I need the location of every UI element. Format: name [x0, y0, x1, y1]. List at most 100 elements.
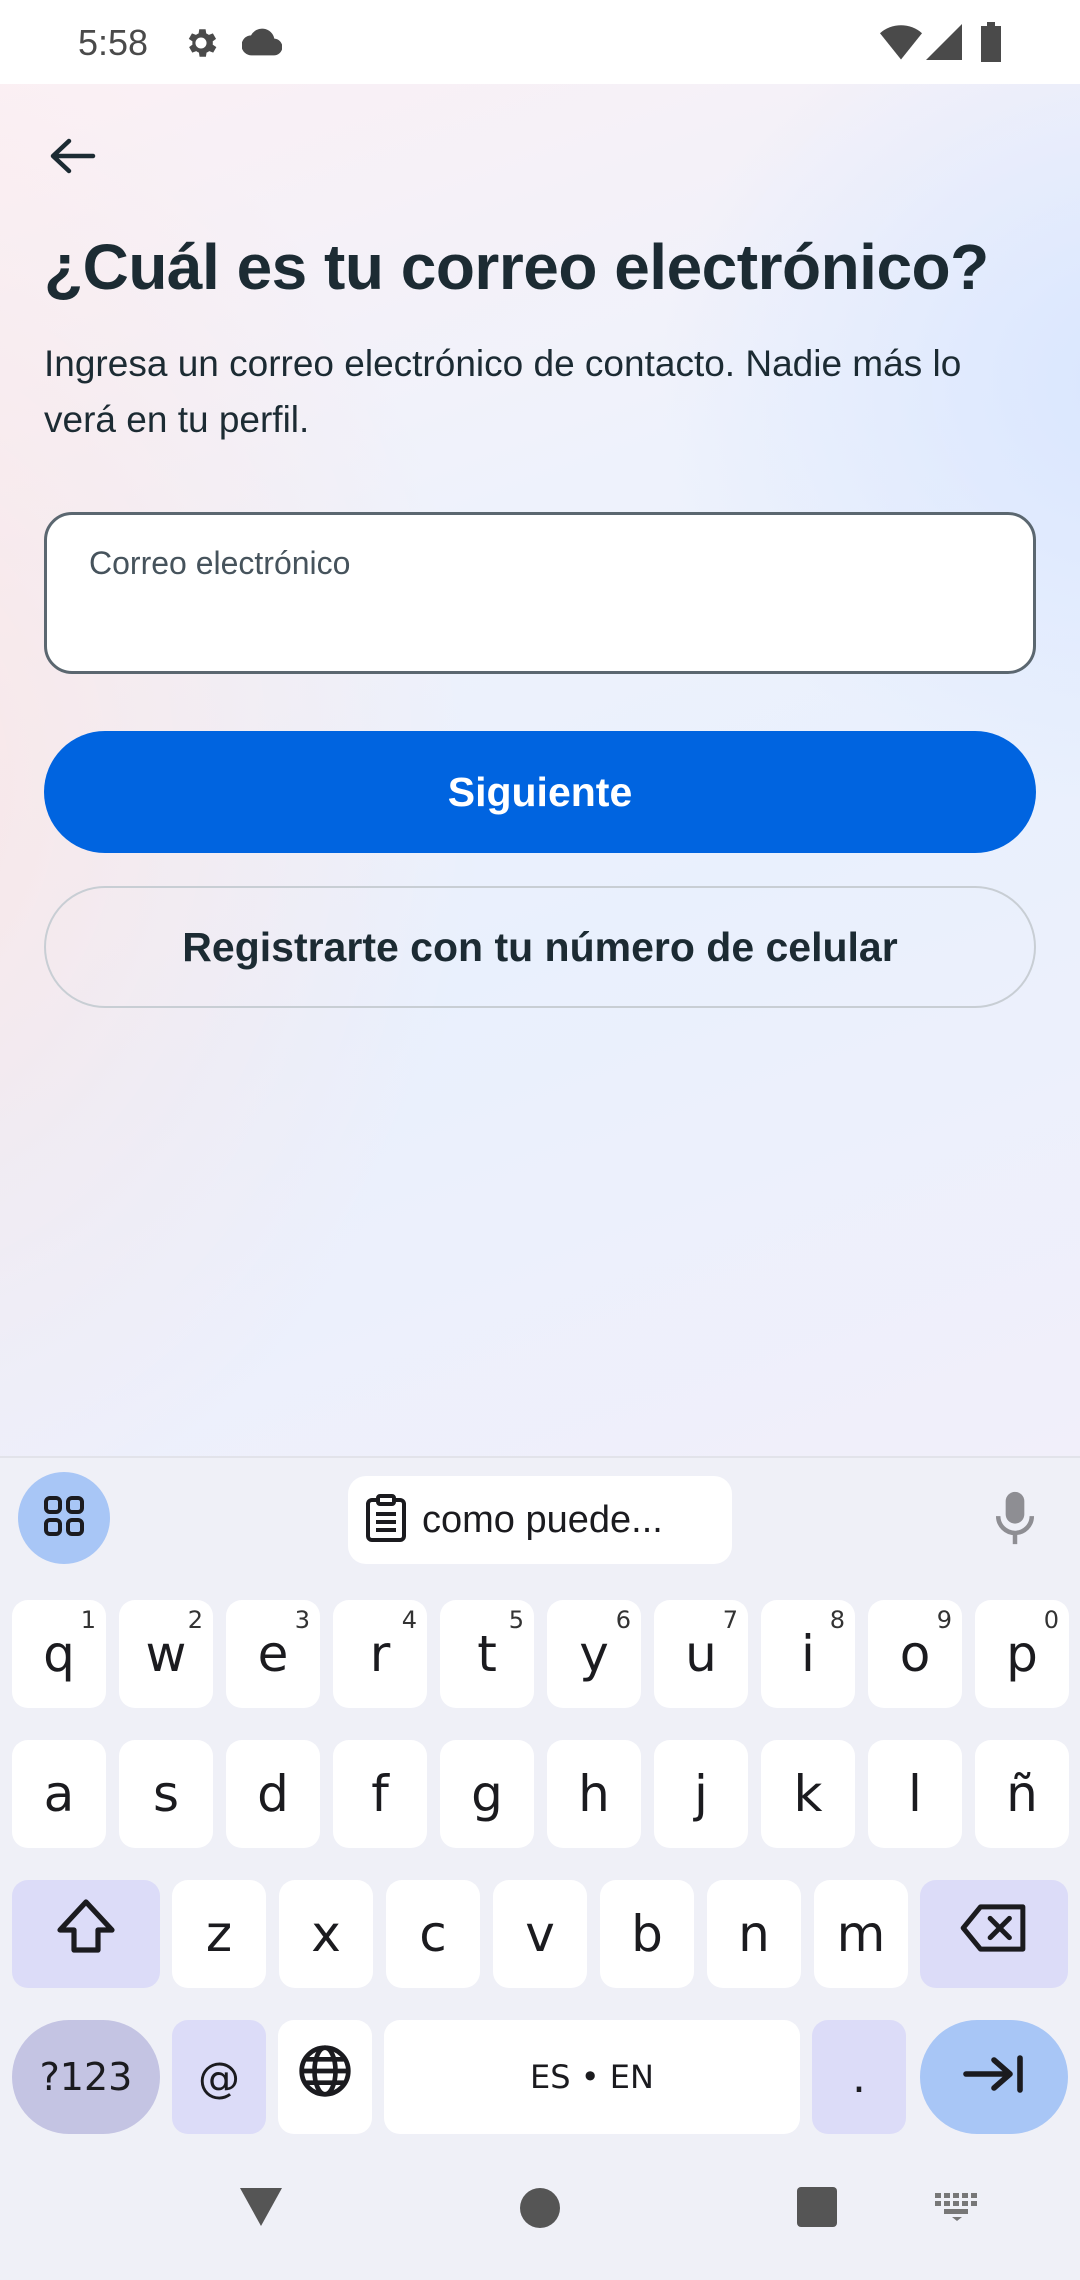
key-label: e [257, 1625, 289, 1683]
key-label: r [369, 1625, 391, 1683]
key-label: g [471, 1765, 503, 1823]
key-number-hint: 5 [508, 1606, 524, 1634]
clipboard-text: como puede... [422, 1498, 663, 1541]
key-label: y [579, 1625, 609, 1683]
key-b[interactable]: b [600, 1880, 694, 1988]
back-triangle-icon[interactable] [238, 2186, 284, 2233]
key-label: b [631, 1905, 663, 1963]
key-d[interactable]: d [226, 1740, 320, 1848]
keyboard-menu-button[interactable] [18, 1472, 110, 1564]
recents-square-icon[interactable] [796, 2186, 838, 2233]
key-label: z [205, 1905, 233, 1963]
home-circle-icon[interactable] [518, 2186, 562, 2235]
symbols-key[interactable]: ?123 [12, 2020, 160, 2134]
key-i[interactable]: i8 [761, 1600, 855, 1708]
battery-icon [978, 22, 1004, 67]
key-label: t [477, 1625, 497, 1683]
key-n[interactable]: n [707, 1880, 801, 1988]
backspace-key[interactable] [920, 1880, 1068, 1988]
key-r[interactable]: r4 [333, 1600, 427, 1708]
email-field-label: Correo electrónico [89, 545, 351, 581]
key-label: q [43, 1625, 75, 1683]
key-label: x [311, 1905, 341, 1963]
microphone-icon[interactable] [992, 1490, 1038, 1551]
email-input[interactable] [87, 595, 987, 651]
key-e[interactable]: e3 [226, 1600, 320, 1708]
arrow-left-icon [47, 136, 97, 181]
key-label: f [371, 1765, 389, 1823]
back-button[interactable] [38, 124, 106, 192]
key-o[interactable]: o9 [868, 1600, 962, 1708]
key-number-hint: 4 [401, 1606, 417, 1634]
key-label: m [836, 1905, 886, 1963]
language-key[interactable] [278, 2020, 372, 2134]
page-title: ¿Cuál es tu correo electrónico? [44, 231, 989, 303]
key-label: c [419, 1905, 447, 1963]
key-x[interactable]: x [279, 1880, 373, 1988]
clipboard-suggestion[interactable]: como puede... [348, 1476, 732, 1564]
space-key[interactable]: ES • EN [384, 2020, 800, 2134]
email-field[interactable]: Correo electrónico [44, 512, 1036, 674]
key-label: s [152, 1765, 180, 1823]
key-t[interactable]: t5 [440, 1600, 534, 1708]
status-bar: 5:58 [0, 0, 1080, 84]
tab-arrow-icon [962, 2048, 1026, 2106]
key-label: i [801, 1625, 815, 1683]
key-m[interactable]: m [814, 1880, 908, 1988]
key-s[interactable]: s [119, 1740, 213, 1848]
cloud-icon [241, 26, 283, 63]
key-z[interactable]: z [172, 1880, 266, 1988]
key-label: p [1006, 1625, 1038, 1683]
key-label: l [908, 1765, 922, 1823]
key-label: h [578, 1765, 610, 1823]
key-label: k [793, 1765, 823, 1823]
key-ñ[interactable]: ñ [975, 1740, 1069, 1848]
phone-signup-button[interactable]: Registrarte con tu número de celular [44, 886, 1036, 1008]
status-time: 5:58 [78, 22, 149, 63]
key-w[interactable]: w2 [119, 1600, 213, 1708]
wifi-icon [880, 24, 922, 65]
key-label: v [525, 1905, 555, 1963]
key-c[interactable]: c [386, 1880, 480, 1988]
at-key[interactable]: @ [172, 2020, 266, 2134]
key-number-hint: 7 [722, 1606, 738, 1634]
key-number-hint: 9 [936, 1606, 952, 1634]
key-number-hint: 2 [187, 1606, 203, 1634]
key-g[interactable]: g [440, 1740, 534, 1848]
key-u[interactable]: u7 [654, 1600, 748, 1708]
key-f[interactable]: f [333, 1740, 427, 1848]
period-key[interactable]: . [812, 2020, 906, 2134]
page-subtitle: Ingresa un correo electrónico de contact… [44, 343, 962, 440]
key-label: o [899, 1625, 931, 1683]
key-a[interactable]: a [12, 1740, 106, 1848]
key-label: w [145, 1625, 187, 1683]
clipboard-icon [364, 1493, 408, 1547]
key-v[interactable]: v [493, 1880, 587, 1988]
key-l[interactable]: l [868, 1740, 962, 1848]
key-h[interactable]: h [547, 1740, 641, 1848]
key-k[interactable]: k [761, 1740, 855, 1848]
key-number-hint: 0 [1043, 1606, 1059, 1634]
key-p[interactable]: p0 [975, 1600, 1069, 1708]
signal-icon [926, 24, 962, 65]
key-label: n [738, 1905, 770, 1963]
next-button[interactable]: Siguiente [44, 731, 1036, 853]
key-number-hint: 8 [829, 1606, 845, 1634]
key-j[interactable]: j [654, 1740, 748, 1848]
on-screen-keyboard: como puede... ?123 @ ES • EN . q 1 w 2 e… [0, 1456, 1080, 2280]
keyboard-switch-icon[interactable] [934, 2192, 980, 2227]
key-number-hint: 3 [294, 1606, 310, 1634]
key-label: a [43, 1765, 75, 1823]
shift-icon [54, 1898, 118, 1970]
key-label: d [257, 1765, 289, 1823]
grid-icon [40, 1492, 88, 1545]
next-field-key[interactable] [920, 2020, 1068, 2134]
key-label: u [685, 1625, 717, 1683]
key-q[interactable]: q1 [12, 1600, 106, 1708]
key-label: j [694, 1765, 708, 1823]
key-y[interactable]: y6 [547, 1600, 641, 1708]
gear-icon [182, 24, 220, 67]
key-number-hint: 6 [615, 1606, 631, 1634]
globe-icon [297, 2043, 353, 2111]
shift-key[interactable] [12, 1880, 160, 1988]
